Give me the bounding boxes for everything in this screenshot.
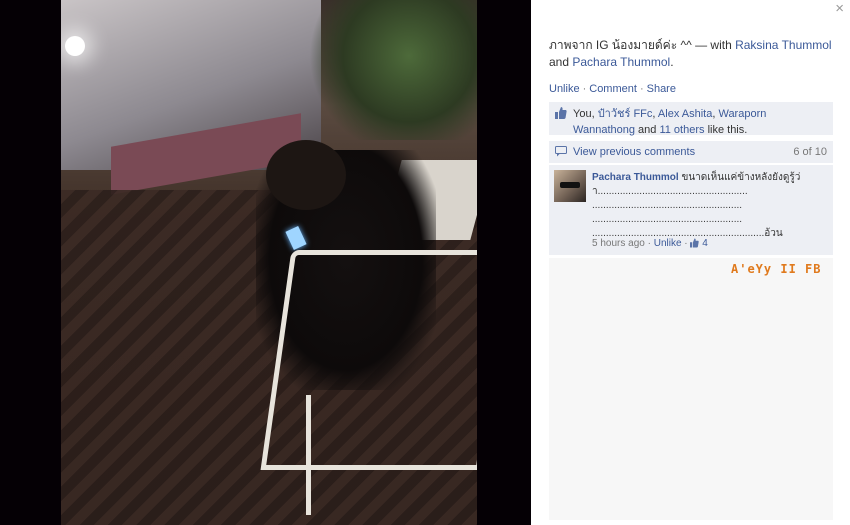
share-link[interactable]: Share — [647, 83, 676, 95]
photo[interactable] — [61, 0, 477, 525]
action-bar: Unlike · Comment · Share — [549, 83, 676, 95]
caption-and: and — [549, 55, 573, 69]
thumbs-up-icon — [555, 107, 567, 119]
comment-body: Pachara Thummol ขนาดเห็นแค่ข้างหลังยังดู… — [592, 171, 828, 241]
tagged-friend-link[interactable]: Pachara Thummol — [572, 55, 670, 69]
comment-unlike-link[interactable]: Unlike — [654, 238, 682, 249]
liker-link[interactable]: Alex Ashita — [658, 108, 712, 120]
view-previous-comments-link[interactable]: View previous comments — [573, 146, 695, 158]
comment-count: 6 of 10 — [793, 146, 827, 158]
view-previous-comments[interactable]: View previous comments 6 of 10 — [549, 141, 833, 163]
thumbs-up-icon — [690, 238, 700, 248]
avatar-sunglasses — [560, 182, 580, 188]
comment-item: Pachara Thummol ขนาดเห็นแค่ข้างหลังยังดู… — [549, 165, 833, 255]
close-icon[interactable]: × — [835, 1, 844, 17]
photo-person-head — [266, 140, 346, 210]
likes-and: and — [634, 124, 660, 136]
photo-tree — [307, 0, 477, 140]
others-link[interactable]: 11 others — [659, 124, 704, 136]
separator-dot: · — [639, 83, 644, 95]
caption-end: . — [670, 55, 674, 69]
tagged-friend-link[interactable]: Raksina Thummol — [735, 38, 831, 52]
photo-sidebar: × ภาพจาก IG น้องมายด์ค่ะ ^^ — with Raksi… — [531, 0, 850, 525]
likes-you: You, — [573, 108, 598, 120]
photo-ceiling-light — [65, 36, 85, 56]
caption-with: — with — [691, 38, 736, 52]
photo-viewer — [0, 0, 531, 525]
likes-summary: You, ป๋าวัชร์ FFc, Alex Ashita, Waraporn… — [549, 102, 833, 136]
comment-like-count[interactable]: 4 — [702, 238, 708, 249]
comment-timestamp: 5 hours ago — [592, 238, 645, 249]
liker-link[interactable]: ป๋าวัชร์ FFc — [598, 108, 653, 120]
photo-chair-legs — [306, 395, 477, 515]
photo-caption: ภาพจาก IG น้องมายด์ค่ะ ^^ — with Raksina… — [549, 37, 841, 71]
avatar[interactable] — [554, 170, 586, 202]
separator-dot: · — [582, 83, 587, 95]
comment-icon — [555, 146, 567, 157]
comment-meta: 5 hours ago · Unlike · 4 — [592, 238, 708, 249]
comment-link[interactable]: Comment — [589, 83, 637, 95]
unlike-link[interactable]: Unlike — [549, 83, 580, 95]
caption-text: ภาพจาก IG น้องมายด์ค่ะ ^^ — [549, 38, 692, 52]
blank-comment-area — [549, 258, 833, 520]
comment-author-link[interactable]: Pachara Thummol — [592, 172, 679, 183]
watermark: A'eYy II FB — [731, 262, 822, 276]
likes-tail: like this. — [704, 124, 748, 136]
